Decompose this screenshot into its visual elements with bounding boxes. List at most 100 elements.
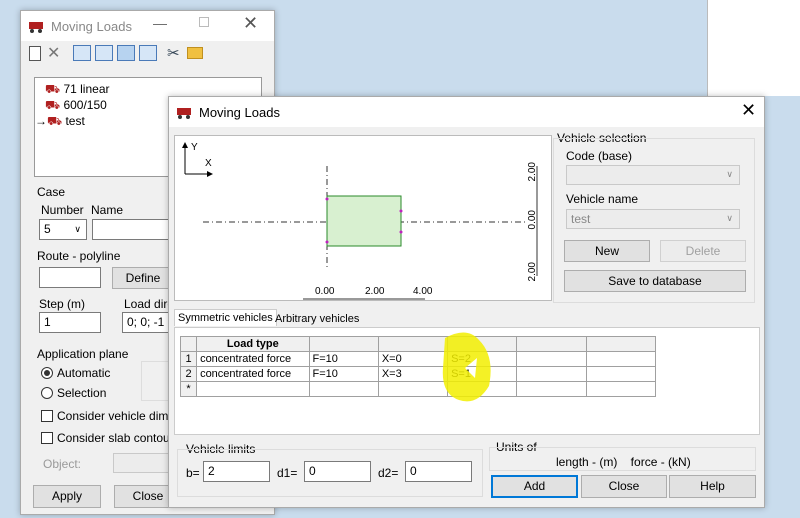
y-tick: 2.00 xyxy=(527,162,538,182)
consider-vehicle-checkbox[interactable] xyxy=(41,410,53,422)
vehicle-name-select[interactable]: test ∨ xyxy=(566,209,740,229)
empty-cell[interactable] xyxy=(516,381,587,397)
load-direction-label: Load dire xyxy=(124,297,175,311)
tree-item-label: test xyxy=(65,114,85,128)
new-doc-icon[interactable] xyxy=(29,46,41,61)
chevron-down-icon: ∨ xyxy=(726,213,733,223)
front-titlebar: Moving Loads ✕ xyxy=(169,97,764,127)
close-icon[interactable]: ✕ xyxy=(243,13,258,34)
empty-cell[interactable] xyxy=(516,351,587,367)
tree-item-label: 71 linear xyxy=(63,82,110,96)
front-moving-loads-window: Moving Loads ✕ Y X 0.00 2.00 4.00 2.00 0… xyxy=(168,96,765,508)
tree-item[interactable]: ⛟ 71 linear xyxy=(45,82,109,98)
loads-grid: Load type 1 concentrated force F=10 X=0 … xyxy=(179,336,657,397)
b-label: b= xyxy=(186,466,200,480)
back-window-title: Moving Loads xyxy=(51,19,132,34)
x-axis-label: X xyxy=(205,158,212,169)
d1-field[interactable]: 0 xyxy=(304,461,371,482)
force-cell[interactable] xyxy=(308,381,379,397)
code-label: Code (base) xyxy=(566,149,633,163)
number-label: Number xyxy=(41,203,84,217)
apply-button[interactable]: Apply xyxy=(33,485,101,508)
force-cell[interactable]: F=10 xyxy=(308,366,379,382)
automatic-label: Automatic xyxy=(57,366,111,380)
background-window-edge xyxy=(707,0,800,96)
empty-cell[interactable] xyxy=(585,366,657,382)
add-button[interactable]: Add xyxy=(491,475,578,498)
minimize-icon[interactable]: — xyxy=(153,15,167,31)
empty-cell[interactable] xyxy=(585,351,657,367)
d2-label: d2= xyxy=(378,466,399,480)
consider-slab-label: Consider slab contour xyxy=(57,431,174,445)
close-icon[interactable]: ✕ xyxy=(741,100,756,121)
save-to-database-button[interactable]: Save to database xyxy=(564,270,746,292)
load-type-cell[interactable]: concentrated force xyxy=(196,351,310,367)
load-type-cell[interactable]: concentrated force xyxy=(196,366,310,382)
code-select[interactable]: ∨ xyxy=(566,165,740,185)
object-label: Object: xyxy=(43,457,82,471)
tree-item-label: 600/150 xyxy=(63,98,107,112)
view-icon-2[interactable] xyxy=(95,45,113,61)
table-row[interactable]: 2 concentrated force F=10 X=3 S=1 xyxy=(179,366,657,382)
step-field[interactable]: 1 xyxy=(39,312,101,333)
number-value: 5 xyxy=(44,222,51,236)
grid-header-load-type: Load type xyxy=(196,336,310,352)
y-tick: 0.00 xyxy=(527,210,538,230)
grid-header xyxy=(585,336,657,352)
vehicle-name-value: test xyxy=(571,212,591,226)
view-icon-4[interactable] xyxy=(139,45,157,61)
y-axis-label: Y xyxy=(191,142,198,153)
row-number: * xyxy=(179,381,198,397)
tree-item[interactable]: ⛟ 600/150 xyxy=(45,98,107,114)
case-label: Case xyxy=(37,185,66,199)
vehicle-icon: ⛟ xyxy=(45,82,61,96)
application-plane-label: Application plane xyxy=(37,347,129,361)
table-row[interactable]: 1 concentrated force F=10 X=0 S=2 xyxy=(179,351,657,367)
define-button[interactable]: Define xyxy=(112,267,174,289)
x-tick: 0.00 xyxy=(315,286,335,297)
row-number: 2 xyxy=(179,366,198,382)
view-icon-3[interactable] xyxy=(117,45,135,61)
folder-icon[interactable] xyxy=(187,47,203,59)
cut-icon[interactable]: ✂ xyxy=(167,44,180,62)
arrow-icon: → xyxy=(35,114,47,128)
load-type-cell[interactable] xyxy=(196,381,310,397)
number-select[interactable]: 5 ∨ xyxy=(39,219,87,240)
x-tick: 4.00 xyxy=(413,286,433,297)
b-field[interactable]: 2 xyxy=(203,461,270,482)
tab-arbitrary-vehicles[interactable]: Arbitrary vehicles xyxy=(272,311,362,327)
tab-symmetric-vehicles[interactable]: Symmetric vehicles xyxy=(174,309,277,326)
d2-field[interactable]: 0 xyxy=(405,461,472,482)
delete-icon[interactable]: ✕ xyxy=(47,43,60,63)
route-field[interactable] xyxy=(39,267,101,288)
tree-item-selected[interactable]: →⛟ test xyxy=(35,114,85,130)
row-number: 1 xyxy=(179,351,198,367)
consider-slab-checkbox[interactable] xyxy=(41,432,53,444)
maximize-icon[interactable] xyxy=(199,17,209,27)
grid-header-row: Load type xyxy=(179,336,657,352)
x-tick: 2.00 xyxy=(365,286,385,297)
vehicle-preview: Y X 0.00 2.00 4.00 2.00 0.00 2.00 xyxy=(174,135,552,301)
close-button[interactable]: Close xyxy=(581,475,667,498)
automatic-radio[interactable] xyxy=(41,367,53,379)
preview-drawing xyxy=(182,142,538,300)
new-button[interactable]: New xyxy=(564,240,650,262)
object-field[interactable] xyxy=(113,453,173,473)
view-icon-1[interactable] xyxy=(73,45,91,61)
vehicle-name-label: Vehicle name xyxy=(566,192,639,206)
back-titlebar: Moving Loads — ✕ xyxy=(21,11,274,41)
name-label: Name xyxy=(91,203,124,217)
front-window-title: Moving Loads xyxy=(199,105,280,120)
grid-corner xyxy=(179,336,198,352)
table-row[interactable]: * xyxy=(179,381,657,397)
delete-button[interactable]: Delete xyxy=(660,240,746,262)
force-cell[interactable]: F=10 xyxy=(308,351,379,367)
empty-cell[interactable] xyxy=(516,366,587,382)
help-button[interactable]: Help xyxy=(669,475,756,498)
selection-radio[interactable] xyxy=(41,387,53,399)
highlight-mark xyxy=(442,332,491,402)
vehicle-icon: ⛟ xyxy=(47,114,63,128)
grid-header xyxy=(516,336,587,352)
empty-cell[interactable] xyxy=(585,381,657,397)
step-label: Step (m) xyxy=(39,297,86,311)
